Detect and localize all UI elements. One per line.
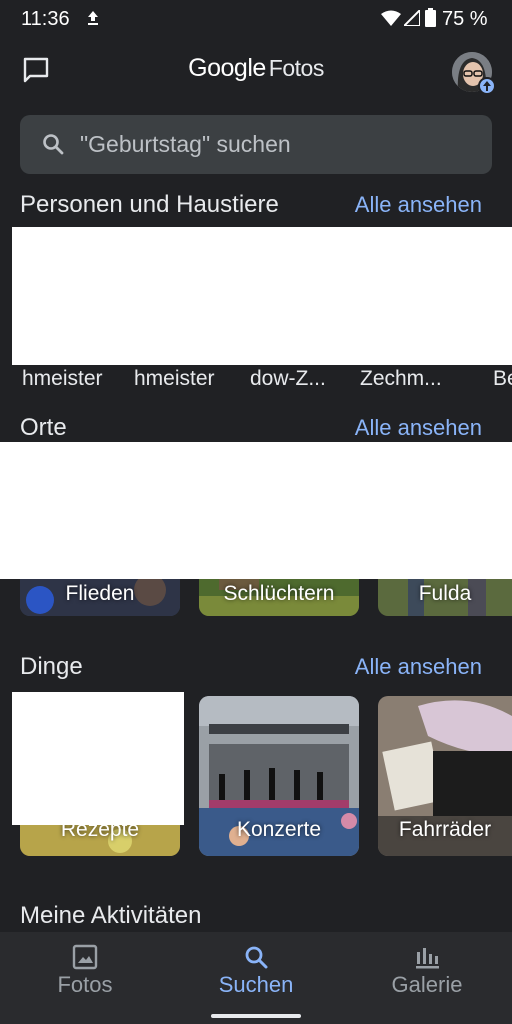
signal-icon xyxy=(404,10,420,26)
thing-label: Konzerte xyxy=(236,818,322,841)
person-label[interactable]: Be xyxy=(493,367,512,391)
search-icon xyxy=(43,134,64,155)
people-thumbnails-redacted[interactable] xyxy=(12,227,512,365)
battery-percentage: 75 % xyxy=(442,8,488,30)
person-label[interactable]: Zechm... xyxy=(360,367,442,391)
nav-label: Suchen xyxy=(218,972,294,997)
thing-label: Fahrräder xyxy=(398,818,492,841)
battery-icon xyxy=(425,8,436,27)
gesture-bar[interactable] xyxy=(211,1014,301,1018)
app-logo: Google Fotos xyxy=(0,54,512,83)
thing-thumbnail-redacted xyxy=(12,692,184,825)
wifi-icon xyxy=(381,10,401,26)
search-input[interactable] xyxy=(80,115,480,174)
section-title-people: Personen und Haustiere xyxy=(20,191,279,218)
search-icon xyxy=(245,946,268,969)
nav-item-fotos[interactable]: Fotos xyxy=(0,932,170,1002)
backup-status-badge xyxy=(478,77,496,95)
thing-tile-konzerte[interactable]: Konzerte xyxy=(199,696,359,856)
person-label[interactable]: hmeister xyxy=(22,367,103,391)
image-icon xyxy=(72,944,98,970)
see-all-people-link[interactable]: Alle ansehen xyxy=(355,192,482,218)
arrow-up-icon xyxy=(483,81,491,91)
person-label[interactable]: dow-Z... xyxy=(250,367,326,391)
library-icon xyxy=(416,948,439,969)
place-label: Fulda xyxy=(418,582,472,605)
status-bar: 11:36 75 % xyxy=(0,0,512,38)
see-all-places-link[interactable]: Alle ansehen xyxy=(355,415,482,441)
logo-product: Fotos xyxy=(268,55,325,81)
top-app-bar: Google Fotos xyxy=(0,38,512,102)
section-title-things: Dinge xyxy=(20,653,83,680)
see-all-things-link[interactable]: Alle ansehen xyxy=(355,654,482,680)
bottom-navigation: Fotos Suchen Galerie xyxy=(0,932,512,1024)
places-map-redacted[interactable] xyxy=(0,442,512,579)
place-label: Flieden xyxy=(65,582,135,605)
upload-icon xyxy=(88,11,98,25)
nav-item-galerie[interactable]: Galerie xyxy=(342,932,512,1002)
status-time: 11:36 xyxy=(21,8,70,30)
person-label[interactable]: hmeister xyxy=(134,367,215,391)
logo-google: Google xyxy=(188,54,266,82)
nav-label: Galerie xyxy=(391,972,463,997)
section-title-activities: Meine Aktivitäten xyxy=(20,902,202,929)
section-title-places: Orte xyxy=(20,414,67,441)
place-label: Schlüchtern xyxy=(223,582,335,605)
search-bar[interactable] xyxy=(20,115,492,174)
nav-label: Fotos xyxy=(57,972,113,997)
thing-tile-fahrraeder[interactable]: Fahrräder xyxy=(378,696,512,856)
nav-item-suchen[interactable]: Suchen xyxy=(171,932,341,1002)
